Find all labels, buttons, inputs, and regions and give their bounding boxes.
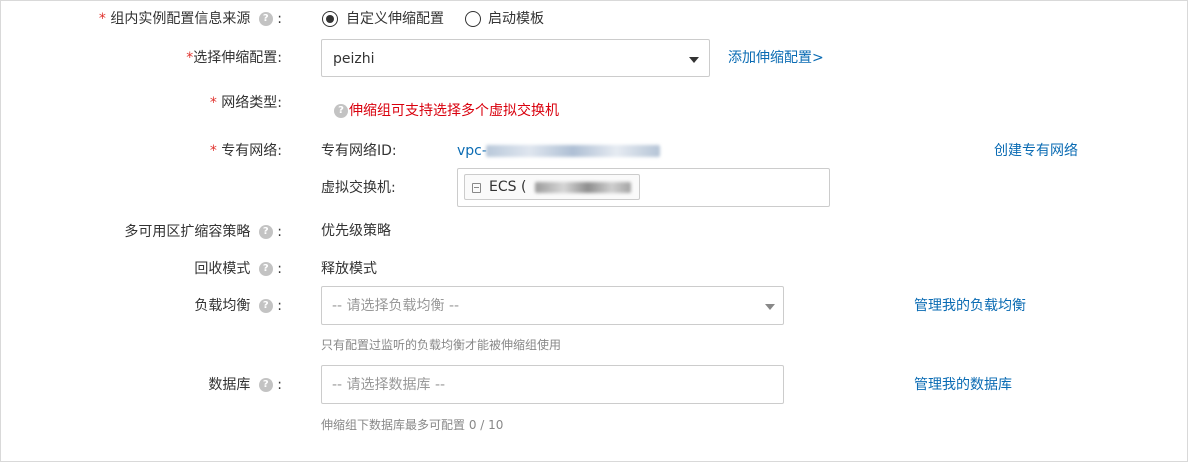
- recycle-value: 释放模式: [321, 261, 377, 277]
- manage-load-balancer-link[interactable]: 管理我的负载均衡: [914, 296, 1026, 316]
- chevron-down-icon: [765, 304, 775, 310]
- network-type-warning-row: ? 伸缩组可支持选择多个虚拟交换机: [334, 101, 559, 121]
- radio-custom-config[interactable]: [322, 11, 338, 27]
- label-colon: :: [277, 95, 282, 111]
- required-mark: *: [209, 95, 217, 111]
- vswitch-tag-prefix: ECS (: [489, 179, 527, 195]
- server-icon: [472, 183, 481, 193]
- database-hint-count: 0 / 10: [468, 418, 504, 432]
- help-icon[interactable]: ?: [258, 299, 273, 313]
- source-label-row: * 组内实例配置信息来源 ? :: [99, 9, 282, 29]
- network-type-label-row: * 网络类型:: [210, 93, 282, 113]
- help-icon[interactable]: ?: [258, 378, 273, 392]
- multi-zone-label-row: 多可用区扩缩容策略 ? :: [124, 222, 282, 242]
- help-icon[interactable]: ?: [258, 12, 273, 26]
- add-scaling-config-link[interactable]: 添加伸缩配置>: [728, 48, 824, 68]
- load-balancer-label: 负载均衡: [194, 298, 251, 314]
- create-vpc-link[interactable]: 创建专有网络: [994, 141, 1078, 161]
- recycle-label: 回收模式: [194, 261, 251, 277]
- vpc-label-row: * 专有网络:: [210, 141, 282, 161]
- help-icon[interactable]: ?: [258, 262, 273, 276]
- database-hint: 伸缩组下数据库最多可配置 0 / 10: [321, 417, 503, 433]
- radio-launch-template[interactable]: [465, 11, 481, 27]
- radio-launch-template-label[interactable]: 启动模板: [488, 9, 544, 29]
- load-balancer-select[interactable]: -- 请选择负载均衡 --: [321, 286, 784, 325]
- label-colon: :: [277, 298, 282, 314]
- help-icon[interactable]: ?: [258, 225, 273, 239]
- label-colon: :: [277, 261, 282, 277]
- label-colon: :: [277, 11, 282, 27]
- scaling-config-label: 选择伸缩配置: [193, 50, 278, 66]
- vswitch-select[interactable]: ECS (: [457, 168, 830, 207]
- database-select[interactable]: -- 请选择数据库 --: [321, 365, 784, 404]
- vpc-id-redacted: [486, 145, 660, 157]
- label-colon: :: [277, 377, 282, 393]
- vswitch-label: 虚拟交换机:: [321, 180, 396, 196]
- scaling-config-select[interactable]: peizhi: [321, 39, 710, 77]
- scaling-config-value: peizhi: [333, 51, 375, 67]
- vpc-id-label: 专有网络ID:: [321, 143, 397, 159]
- vpc-id-prefix: vpc-: [457, 143, 487, 159]
- multi-zone-label: 多可用区扩缩容策略: [124, 224, 251, 240]
- network-type-label: 网络类型: [221, 95, 278, 111]
- required-mark: *: [98, 11, 106, 27]
- vpc-label: 专有网络: [221, 143, 278, 159]
- database-label-row: 数据库 ? :: [208, 375, 282, 395]
- network-type-warning: 伸缩组可支持选择多个虚拟交换机: [349, 103, 559, 119]
- required-mark: *: [209, 143, 217, 159]
- database-placeholder: -- 请选择数据库 --: [332, 377, 446, 393]
- load-balancer-hint: 只有配置过监听的负载均衡才能被伸缩组使用: [321, 338, 562, 352]
- label-colon: :: [277, 143, 282, 159]
- source-label: 组内实例配置信息来源: [110, 11, 251, 27]
- radio-custom-config-label[interactable]: 自定义伸缩配置: [346, 9, 444, 29]
- vswitch-id-redacted: [535, 182, 631, 193]
- multi-zone-value: 优先级策略: [321, 223, 391, 239]
- database-hint-text: 伸缩组下数据库最多可配置: [321, 418, 466, 432]
- database-label: 数据库: [208, 377, 251, 393]
- manage-database-link[interactable]: 管理我的数据库: [914, 375, 1012, 395]
- vswitch-tag[interactable]: ECS (: [464, 174, 640, 200]
- label-colon: :: [277, 224, 282, 240]
- load-balancer-label-row: 负载均衡 ? :: [194, 296, 282, 316]
- chevron-down-icon: [689, 57, 699, 63]
- load-balancer-placeholder: -- 请选择负载均衡 --: [332, 298, 460, 314]
- label-colon: :: [277, 50, 282, 66]
- vpc-id-link[interactable]: vpc-: [457, 141, 487, 161]
- recycle-label-row: 回收模式 ? :: [194, 259, 282, 279]
- help-icon[interactable]: ?: [334, 104, 348, 118]
- scaling-config-label-row: *选择伸缩配置:: [186, 48, 282, 68]
